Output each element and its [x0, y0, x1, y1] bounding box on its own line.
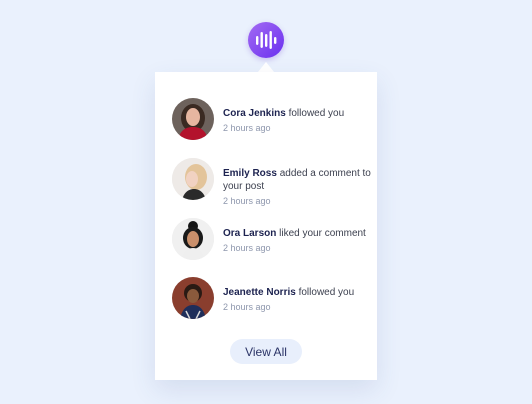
notification-time: 2 hours ago [223, 196, 271, 206]
view-all-button[interactable]: View All [230, 339, 302, 364]
notification-text: Ora Larson liked your comment 2 hours ag… [223, 218, 366, 254]
popover-pointer [258, 62, 274, 72]
notification-action: followed you [288, 108, 345, 119]
avatar[interactable] [172, 277, 214, 319]
avatar[interactable] [172, 158, 214, 200]
sound-wave-icon[interactable] [248, 22, 284, 58]
notification-item[interactable]: Cora Jenkins followed you 2 hours ago [172, 98, 372, 140]
notification-text: Jeanette Norris followed you 2 hours ago [223, 277, 354, 313]
notification-name[interactable]: Jeanette Norris [223, 287, 296, 298]
avatar[interactable] [172, 218, 214, 260]
notification-text: Cora Jenkins followed you 2 hours ago [223, 98, 344, 134]
notification-name[interactable]: Cora Jenkins [223, 108, 286, 119]
notification-time: 2 hours ago [223, 302, 271, 312]
notification-text: Emily Ross added a comment to your post … [223, 158, 372, 207]
notification-time: 2 hours ago [223, 123, 271, 133]
notification-item[interactable]: Ora Larson liked your comment 2 hours ag… [172, 218, 372, 260]
notifications-panel: Cora Jenkins followed you 2 hours ago Em… [155, 72, 377, 380]
notification-item[interactable]: Jeanette Norris followed you 2 hours ago [172, 277, 372, 319]
notification-name[interactable]: Ora Larson [223, 228, 276, 239]
notifications-stage: Cora Jenkins followed you 2 hours ago Em… [0, 0, 532, 404]
avatar[interactable] [172, 98, 214, 140]
notification-action: liked your comment [279, 228, 366, 239]
sound-wave-glyph [256, 31, 277, 49]
notification-item[interactable]: Emily Ross added a comment to your post … [172, 158, 372, 207]
notification-action: followed you [298, 287, 355, 298]
notification-time: 2 hours ago [223, 243, 271, 253]
notification-name[interactable]: Emily Ross [223, 168, 277, 179]
